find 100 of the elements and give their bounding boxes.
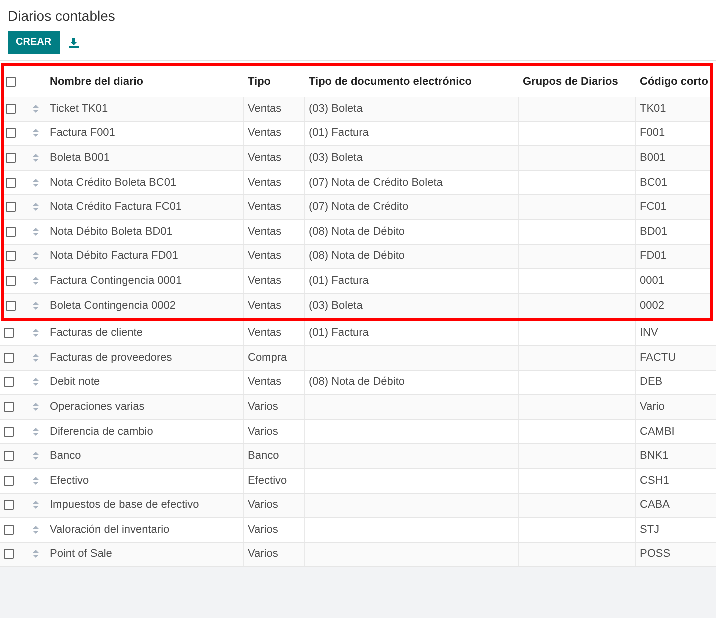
drag-handle-icon[interactable] [33, 129, 39, 138]
checkbox[interactable] [6, 226, 16, 237]
table-cell: (08) Nota de Débito [309, 376, 405, 388]
table-cell: Varios [248, 524, 278, 536]
drag-handle-icon[interactable] [33, 354, 39, 362]
table-cell: BC01 [640, 176, 668, 189]
drag-handle-icon[interactable] [33, 178, 39, 187]
table-cell: Banco [248, 450, 280, 462]
checkbox[interactable] [4, 524, 14, 535]
table-cell: F001 [640, 127, 666, 140]
table-cell: FACTU [640, 352, 676, 364]
checkbox[interactable] [4, 451, 14, 462]
checkbox[interactable] [6, 152, 16, 163]
checkbox[interactable] [6, 251, 16, 262]
drag-handle-icon[interactable] [33, 452, 39, 460]
table-cell: Debit note [50, 376, 100, 388]
table-cell: (07) Nota de Crédito [309, 201, 409, 214]
table-cell: Ventas [248, 201, 282, 214]
column-header: Nombre del diario [50, 76, 144, 88]
table-cell: INV [640, 327, 658, 340]
table-cell: Varios [248, 400, 278, 413]
checkbox[interactable] [6, 104, 16, 114]
column-header: Tipo de documento electrónico [309, 76, 472, 88]
drag-handle-icon[interactable] [33, 302, 39, 310]
download-icon[interactable] [68, 38, 79, 48]
table-cell: Ventas [248, 274, 282, 287]
drag-handle-icon[interactable] [33, 228, 39, 236]
drag-handle-icon[interactable] [33, 501, 39, 510]
drag-handle-icon[interactable] [33, 476, 39, 485]
table-cell: Varios [248, 426, 278, 438]
table-cell: Ventas [248, 327, 282, 340]
checkbox[interactable] [6, 276, 16, 286]
table-cell: Ventas [248, 127, 282, 140]
table-cell: (08) Nota de Débito [309, 226, 405, 238]
column-header: Código corto [640, 76, 708, 88]
drag-handle-icon[interactable] [33, 276, 39, 285]
table-cell: Valoración del inventario [50, 524, 170, 536]
table-cell: BNK1 [640, 450, 669, 462]
checkbox[interactable] [4, 377, 14, 388]
drag-handle-icon[interactable] [33, 104, 39, 113]
table-cell: Diferencia de cambio [50, 426, 154, 438]
checkbox[interactable] [6, 128, 16, 138]
checkbox[interactable] [6, 76, 16, 86]
table-cell: Nota Crédito Boleta BC01 [50, 176, 177, 189]
table-cell: FC01 [640, 201, 667, 214]
checkbox[interactable] [6, 301, 16, 312]
drag-handle-icon[interactable] [33, 203, 39, 212]
drag-handle-icon[interactable] [33, 378, 39, 386]
table-cell: (08) Nota de Débito [309, 250, 405, 262]
table-cell: Boleta B001 [50, 152, 110, 164]
table-cell: 0001 [640, 274, 664, 287]
drag-handle-icon[interactable] [33, 329, 39, 338]
drag-handle-icon[interactable] [33, 550, 39, 558]
checkbox[interactable] [4, 426, 14, 437]
checkbox[interactable] [4, 549, 14, 560]
checkbox[interactable] [6, 202, 16, 212]
create-button[interactable]: CREAR [8, 31, 60, 54]
table-cell: B001 [640, 152, 666, 164]
table-cell: CABA [640, 499, 670, 512]
checkbox[interactable] [4, 476, 14, 486]
table-cell: Efectivo [50, 474, 90, 487]
drag-handle-icon[interactable] [33, 526, 39, 534]
table-cell: Efectivo [248, 474, 288, 487]
table-cell: CAMBI [640, 426, 675, 438]
table-cell: Compra [248, 352, 288, 364]
table-cell: DEB [640, 376, 663, 388]
table-cell: Boleta Contingencia 0002 [50, 300, 176, 312]
table-cell: BD01 [640, 226, 668, 238]
table-cell: Ventas [248, 152, 282, 164]
drag-handle-icon[interactable] [33, 428, 39, 436]
table-cell: Facturas de proveedores [50, 352, 172, 364]
table-cell: Ventas [248, 300, 282, 312]
table-cell: Vario [640, 400, 665, 413]
table-cell: Banco [50, 450, 82, 462]
checkbox[interactable] [4, 328, 14, 338]
checkbox[interactable] [6, 178, 16, 188]
checkbox[interactable] [4, 352, 14, 363]
table-cell: 0002 [640, 300, 664, 312]
table-cell: STJ [640, 524, 660, 536]
table-cell: Nota Crédito Factura FC01 [50, 201, 182, 214]
table-cell: Ventas [248, 226, 282, 238]
table-cell: TK01 [640, 102, 666, 115]
table-cell: Ticket TK01 [50, 102, 108, 115]
table-cell: POSS [640, 548, 671, 560]
table-cell: Operaciones varias [50, 400, 145, 413]
page-title: Diarios contables [8, 8, 116, 24]
checkbox[interactable] [4, 500, 14, 510]
checkbox[interactable] [4, 402, 14, 412]
column-header: Grupos de Diarios [523, 76, 618, 88]
table-cell: Ventas [248, 176, 282, 189]
drag-handle-icon[interactable] [33, 154, 39, 162]
table-cell: CSH1 [640, 474, 670, 487]
table-cell: Impuestos de base de efectivo [50, 499, 200, 512]
drag-handle-icon[interactable] [33, 402, 39, 411]
table-cell: (03) Boleta [309, 300, 363, 312]
table-cell: Ventas [248, 376, 282, 388]
drag-handle-icon[interactable] [33, 252, 39, 260]
table-cell: (07) Nota de Crédito Boleta [309, 176, 443, 189]
table-cell: Nota Débito Factura FD01 [50, 250, 178, 262]
table-cell: (01) Factura [309, 274, 369, 287]
